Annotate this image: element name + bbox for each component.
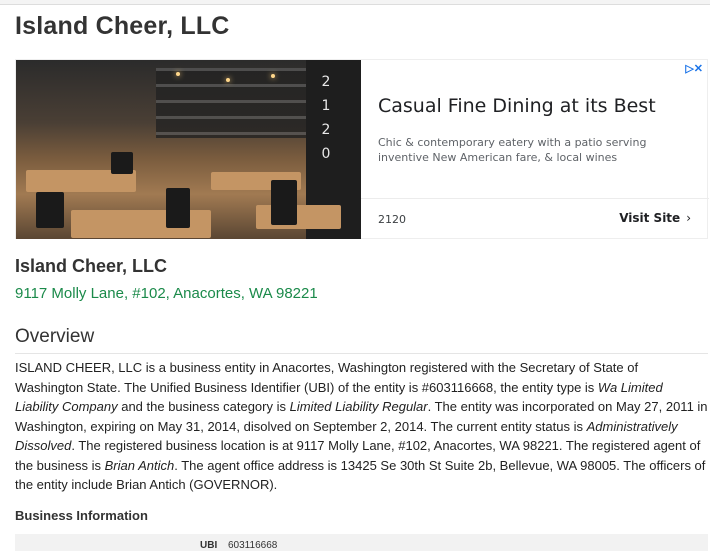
page-title: Island Cheer, LLC (15, 12, 230, 40)
business-address-link[interactable]: 9117 Molly Lane, #102, Anacortes, WA 982… (15, 285, 318, 302)
visit-site-button[interactable]: Visit Site › (619, 211, 691, 225)
registered-agent: Brian Antich (104, 457, 175, 473)
chair (166, 188, 190, 228)
ubi-value: 603116668 (228, 540, 278, 551)
ubi-label: UBI (200, 540, 218, 551)
pendant-light (226, 78, 230, 82)
sign-digit: 2 (321, 74, 331, 90)
sign-digit: 0 (321, 146, 331, 162)
table-row: UBI 603116668 (15, 534, 708, 551)
chair (111, 152, 133, 174)
visit-site-label: Visit Site (619, 211, 681, 225)
pendant-light (176, 72, 180, 76)
ad-description[interactable]: Chic & contemporary eatery with a patio … (378, 135, 698, 165)
overview-segment: ISLAND CHEER, LLC is a business entity i… (15, 360, 639, 395)
sign-digit: 2 (321, 122, 331, 138)
dining-table (71, 210, 211, 238)
overview-segment: and the business category is (117, 399, 290, 414)
top-bar (0, 0, 710, 5)
chevron-right-icon: › (686, 211, 691, 225)
ad-banner[interactable]: 2 1 2 0 ▷✕ Casual Fine Dining at its Bes… (15, 59, 709, 239)
overview-text: ISLAND CHEER, LLC is a business entity i… (15, 358, 708, 495)
business-information-heading: Business Information (15, 508, 148, 523)
ad-domain[interactable]: 2120 (378, 213, 406, 226)
pendant-light (271, 74, 275, 78)
business-category: Limited Liability Regular (289, 399, 428, 414)
sign-digit: 1 (321, 98, 331, 114)
divider (15, 353, 708, 354)
dining-table (256, 205, 341, 229)
address-sign: 2 1 2 0 (316, 70, 336, 166)
overview-heading: Overview (15, 326, 95, 347)
chair (36, 192, 64, 228)
bar-shelves (156, 68, 306, 138)
ad-footer: 2120 Visit Site › (361, 198, 709, 239)
chair (271, 180, 297, 225)
ad-headline[interactable]: Casual Fine Dining at its Best (378, 95, 656, 117)
restaurant-ad-image[interactable]: 2 1 2 0 (16, 60, 361, 239)
ad-choices-icon[interactable]: ▷✕ (685, 62, 703, 75)
business-name: Island Cheer, LLC (15, 256, 168, 276)
